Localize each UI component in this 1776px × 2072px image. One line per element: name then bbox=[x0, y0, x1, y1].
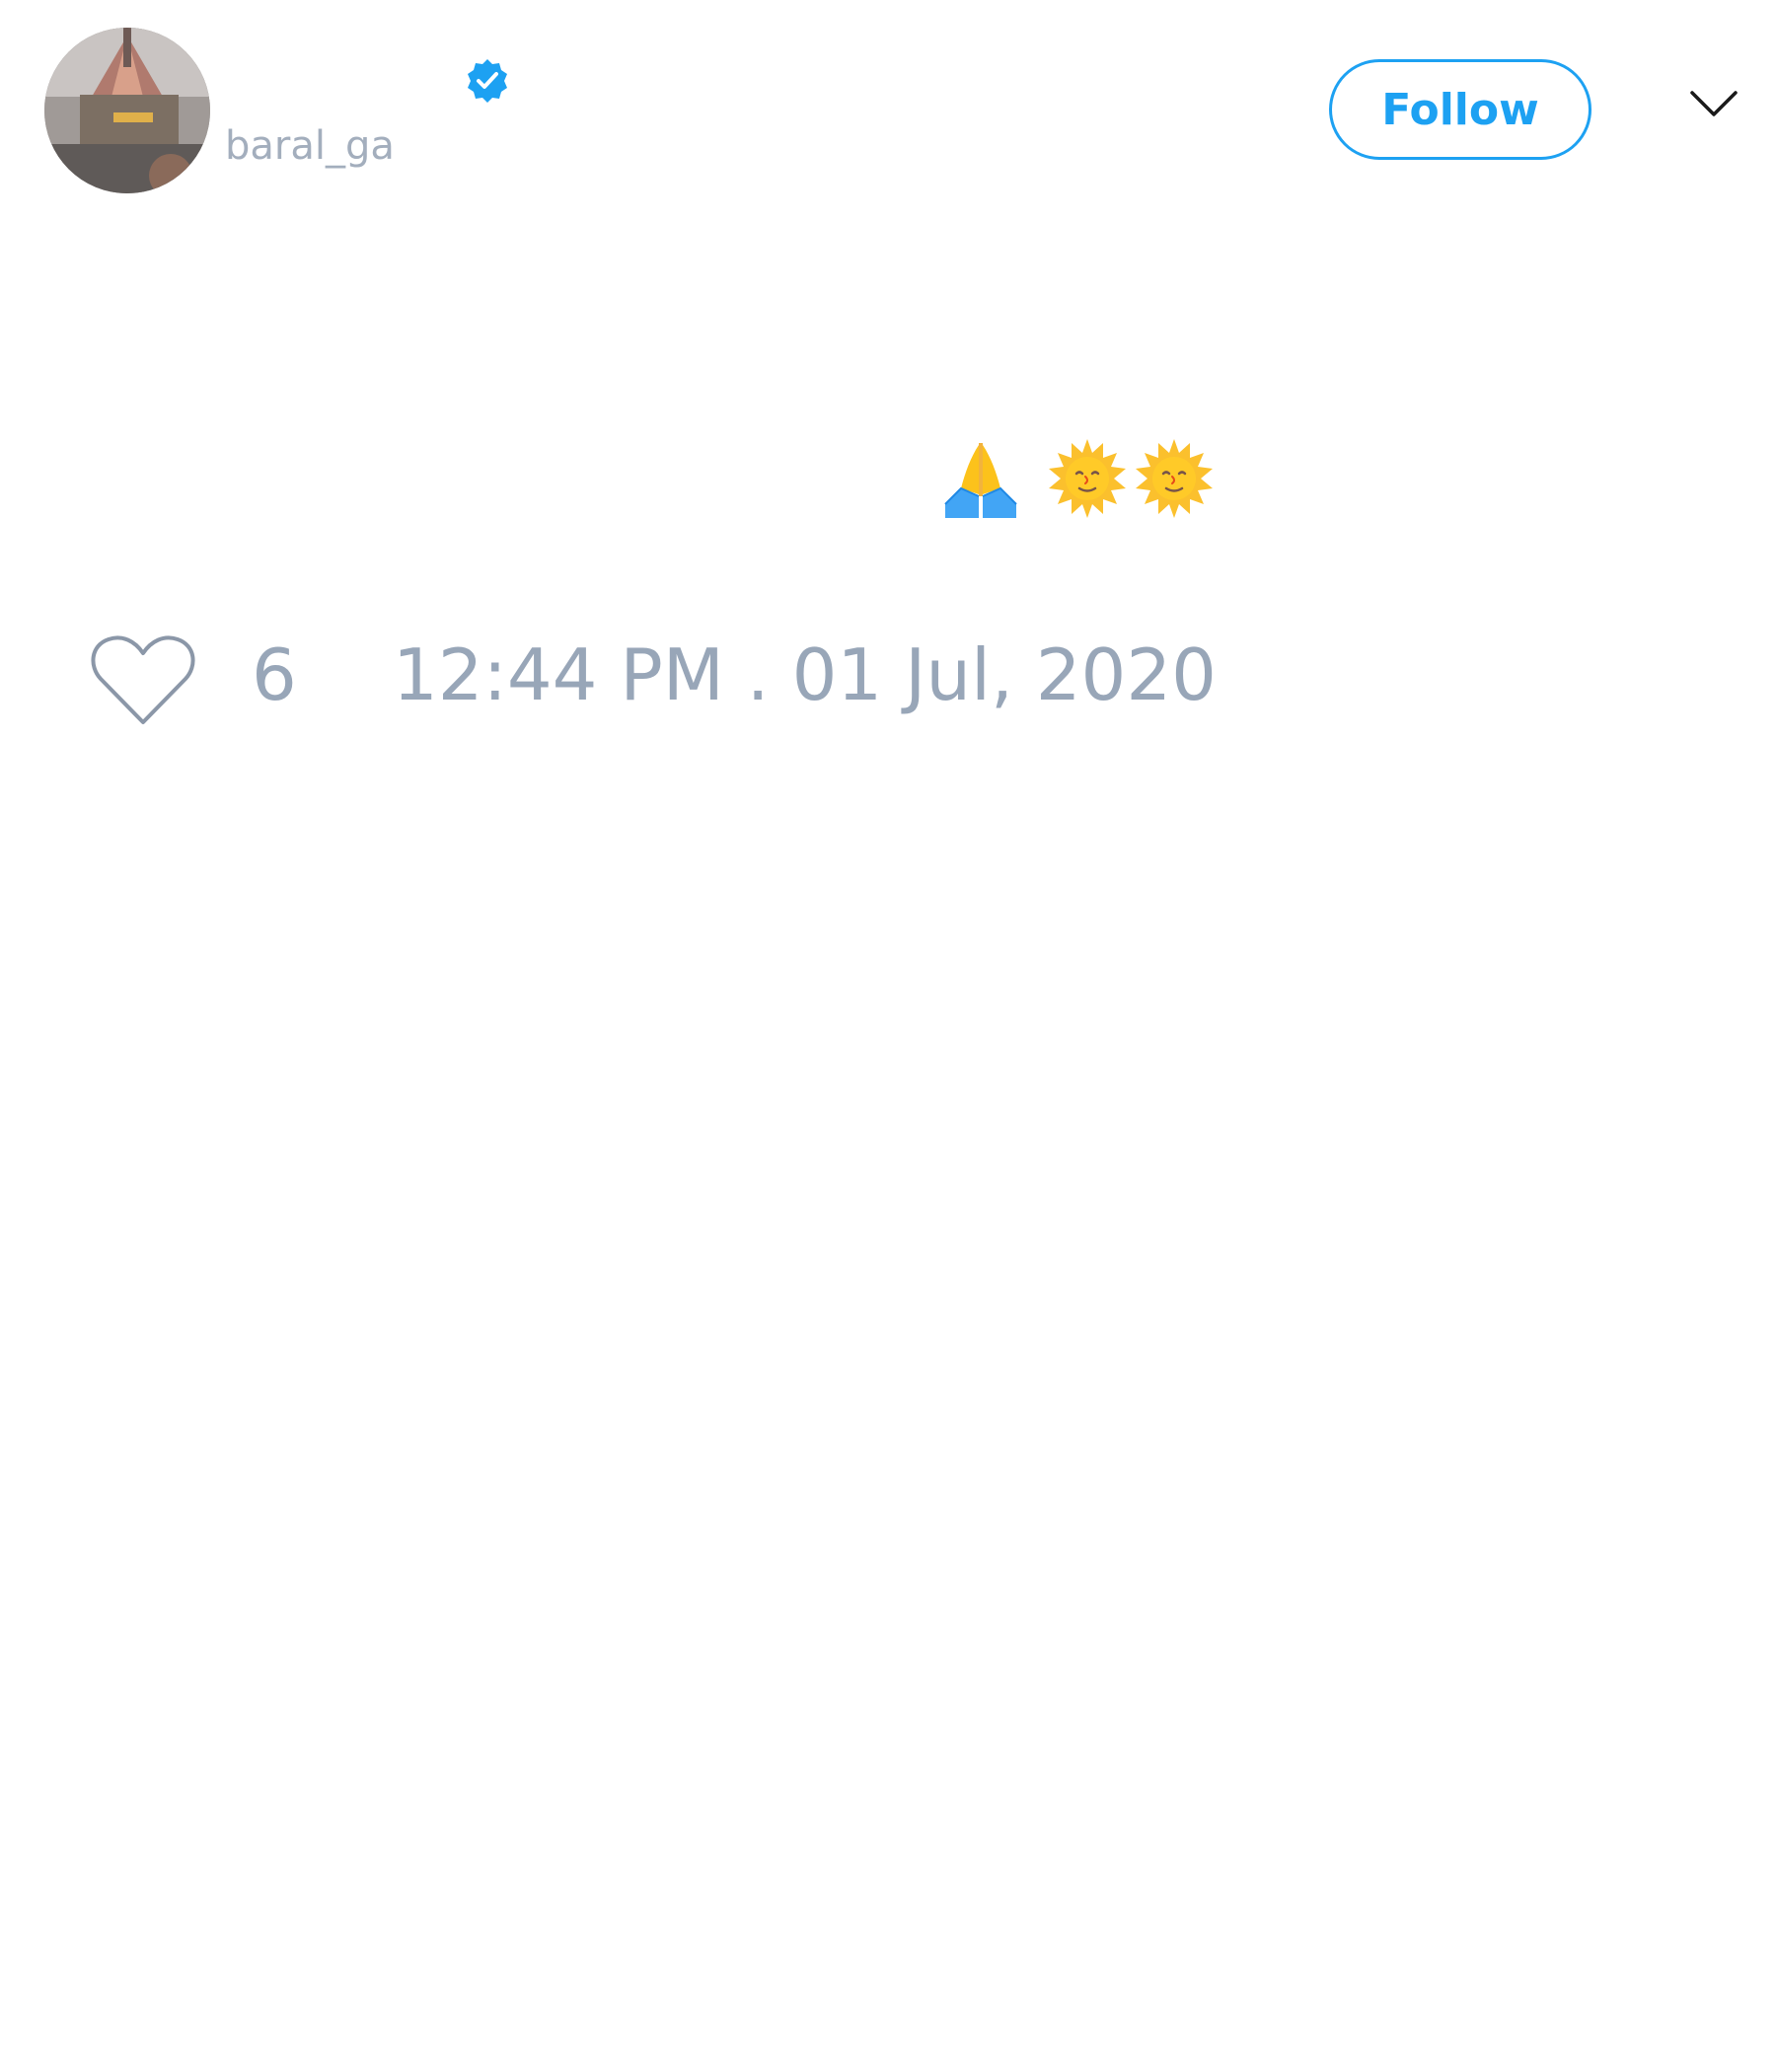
verified-badge-icon bbox=[464, 57, 511, 105]
tweet-timestamp[interactable]: 12:44 PM . 01 Jul, 2020 bbox=[393, 639, 1217, 710]
avatar[interactable] bbox=[44, 28, 210, 193]
like-count: 6 bbox=[252, 633, 297, 716]
author-handle[interactable]: baral_ga bbox=[225, 126, 395, 166]
chevron-down-icon[interactable] bbox=[1689, 89, 1739, 118]
follow-button[interactable]: Follow bbox=[1329, 59, 1591, 160]
folded-hands-emoji bbox=[939, 437, 1022, 520]
avatar-photo bbox=[44, 28, 210, 193]
heart-icon[interactable] bbox=[89, 631, 197, 730]
tweet-text bbox=[939, 434, 1216, 523]
sun-with-face-emoji bbox=[1046, 437, 1129, 520]
sun-with-face-emoji bbox=[1133, 437, 1216, 520]
